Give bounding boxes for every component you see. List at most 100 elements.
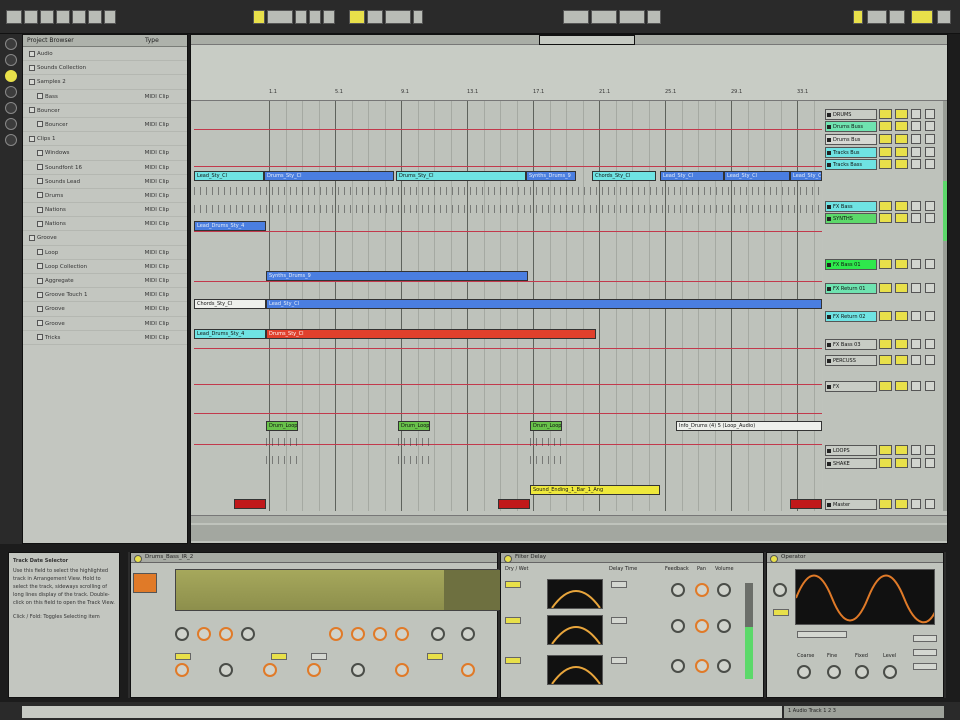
attack-knob[interactable]: [329, 627, 343, 641]
osc-on-button[interactable]: [773, 609, 789, 616]
punch-in-button[interactable]: [367, 10, 383, 24]
stop-button[interactable]: [295, 10, 307, 24]
volume-knob-1[interactable]: [717, 583, 731, 597]
sustain-knob[interactable]: [373, 627, 387, 641]
lane-3-on[interactable]: [505, 657, 521, 664]
loop-toggle[interactable]: [253, 10, 265, 24]
fixed-knob[interactable]: [855, 665, 869, 679]
activator-icon[interactable]: [133, 573, 157, 593]
filter-display-3[interactable]: [547, 655, 603, 685]
track-activator-button[interactable]: [879, 283, 892, 293]
folder-icon[interactable]: [5, 86, 17, 98]
folder-icon[interactable]: [37, 263, 43, 270]
overview-window[interactable]: [539, 35, 635, 45]
track-activator-button[interactable]: [879, 355, 892, 365]
track-header[interactable]: Drums Bus: [823, 134, 943, 145]
solo-button[interactable]: [895, 259, 908, 269]
browser-item[interactable]: Bouncer: [23, 104, 187, 118]
track-activator-button[interactable]: [879, 339, 892, 349]
monitor-button[interactable]: [925, 213, 935, 223]
arm-button[interactable]: [911, 147, 921, 157]
monitor-button[interactable]: [925, 339, 935, 349]
track-name[interactable]: FX: [825, 381, 877, 392]
folder-icon[interactable]: [37, 320, 43, 327]
folder-icon[interactable]: [29, 234, 35, 241]
release-knob[interactable]: [395, 627, 409, 641]
browser-item[interactable]: Bass MIDI Clip: [23, 90, 187, 104]
midi-map-button[interactable]: [591, 10, 617, 24]
browser-item[interactable]: Loop MIDI Clip: [23, 246, 187, 260]
clip[interactable]: Synths_Drums_9: [526, 171, 576, 181]
track-header[interactable]: FX: [823, 381, 943, 392]
overdub-button[interactable]: [349, 10, 365, 24]
clip[interactable]: Drum_Loop: [398, 421, 430, 431]
arm-button[interactable]: [911, 355, 921, 365]
track-header[interactable]: LOOPS: [823, 445, 943, 456]
monitor-button[interactable]: [925, 381, 935, 391]
monitor-button[interactable]: [925, 159, 935, 169]
arm-button[interactable]: [911, 311, 921, 321]
velocity-knob[interactable]: [307, 663, 321, 677]
browser-item[interactable]: Drums MIDI Clip: [23, 189, 187, 204]
spread-knob[interactable]: [395, 663, 409, 677]
filter-res-knob[interactable]: [461, 627, 475, 641]
track-name[interactable]: FX Bass: [825, 201, 877, 212]
filter-type-selector[interactable]: [311, 653, 327, 660]
browser-item[interactable]: Nations MIDI Clip: [23, 217, 187, 232]
automation-line[interactable]: [194, 231, 822, 232]
track-header[interactable]: Tracks Bass: [823, 159, 943, 170]
level-knob[interactable]: [883, 665, 897, 679]
automation-line[interactable]: [194, 413, 822, 414]
browser-item[interactable]: Groove MIDI Clip: [23, 302, 187, 317]
nudge-up-button[interactable]: [40, 10, 54, 24]
quantize-button[interactable]: [88, 10, 102, 24]
decay-knob[interactable]: [351, 627, 365, 641]
volume-knob-2[interactable]: [717, 619, 731, 633]
file-browser-icon[interactable]: [5, 70, 17, 82]
track-activator-button[interactable]: [879, 121, 892, 131]
folder-icon[interactable]: [37, 121, 43, 128]
delay-time-3[interactable]: [611, 657, 627, 664]
arm-button[interactable]: [911, 339, 921, 349]
clip[interactable]: Lead_Sty_Cl: [660, 171, 724, 181]
nudge-down-button[interactable]: [24, 10, 38, 24]
track-name[interactable]: PERCUSS: [825, 355, 877, 366]
browser-item[interactable]: Loop Collection MIDI Clip: [23, 260, 187, 274]
monitor-button[interactable]: [925, 499, 935, 509]
automation-line[interactable]: [194, 281, 822, 282]
monitor-button[interactable]: [925, 201, 935, 211]
track-activator-button[interactable]: [879, 259, 892, 269]
arm-button[interactable]: [911, 213, 921, 223]
folder-icon-2[interactable]: [5, 102, 17, 114]
track-activator-button[interactable]: [879, 134, 892, 144]
fine-knob[interactable]: [827, 665, 841, 679]
pan-knob-3[interactable]: [695, 659, 709, 673]
track-name[interactable]: FX Return 02: [825, 311, 877, 322]
folder-icon[interactable]: [29, 107, 35, 114]
filter-display-1[interactable]: [547, 579, 603, 609]
pan-knob-1[interactable]: [695, 583, 709, 597]
folder-icon[interactable]: [29, 64, 35, 71]
pan-knob[interactable]: [241, 627, 255, 641]
track-activator-button[interactable]: [879, 147, 892, 157]
delay-time-1[interactable]: [611, 581, 627, 588]
track-activator-button[interactable]: [879, 445, 892, 455]
folder-icon[interactable]: [37, 249, 43, 256]
automation-line[interactable]: [194, 166, 822, 167]
lane-1-on[interactable]: [505, 581, 521, 588]
arm-button[interactable]: [911, 121, 921, 131]
folder-icon[interactable]: [37, 164, 43, 170]
amount-box[interactable]: [913, 663, 937, 670]
track-name[interactable]: Master: [825, 499, 877, 510]
feedback-knob-3[interactable]: [671, 659, 685, 673]
lfo-wave-selector[interactable]: [427, 653, 443, 660]
solo-button[interactable]: [895, 283, 908, 293]
lane-2-on[interactable]: [505, 617, 521, 624]
browser-item[interactable]: Samples 2: [23, 75, 187, 90]
folder-icon[interactable]: [37, 334, 43, 341]
loop-length-field[interactable]: [385, 10, 411, 24]
feedback-knob-2[interactable]: [671, 619, 685, 633]
track-header[interactable]: PERCUSS: [823, 355, 943, 366]
clip[interactable]: Chords_Sty_Cl: [194, 299, 266, 309]
track-header[interactable]: FX Return 01: [823, 283, 943, 294]
